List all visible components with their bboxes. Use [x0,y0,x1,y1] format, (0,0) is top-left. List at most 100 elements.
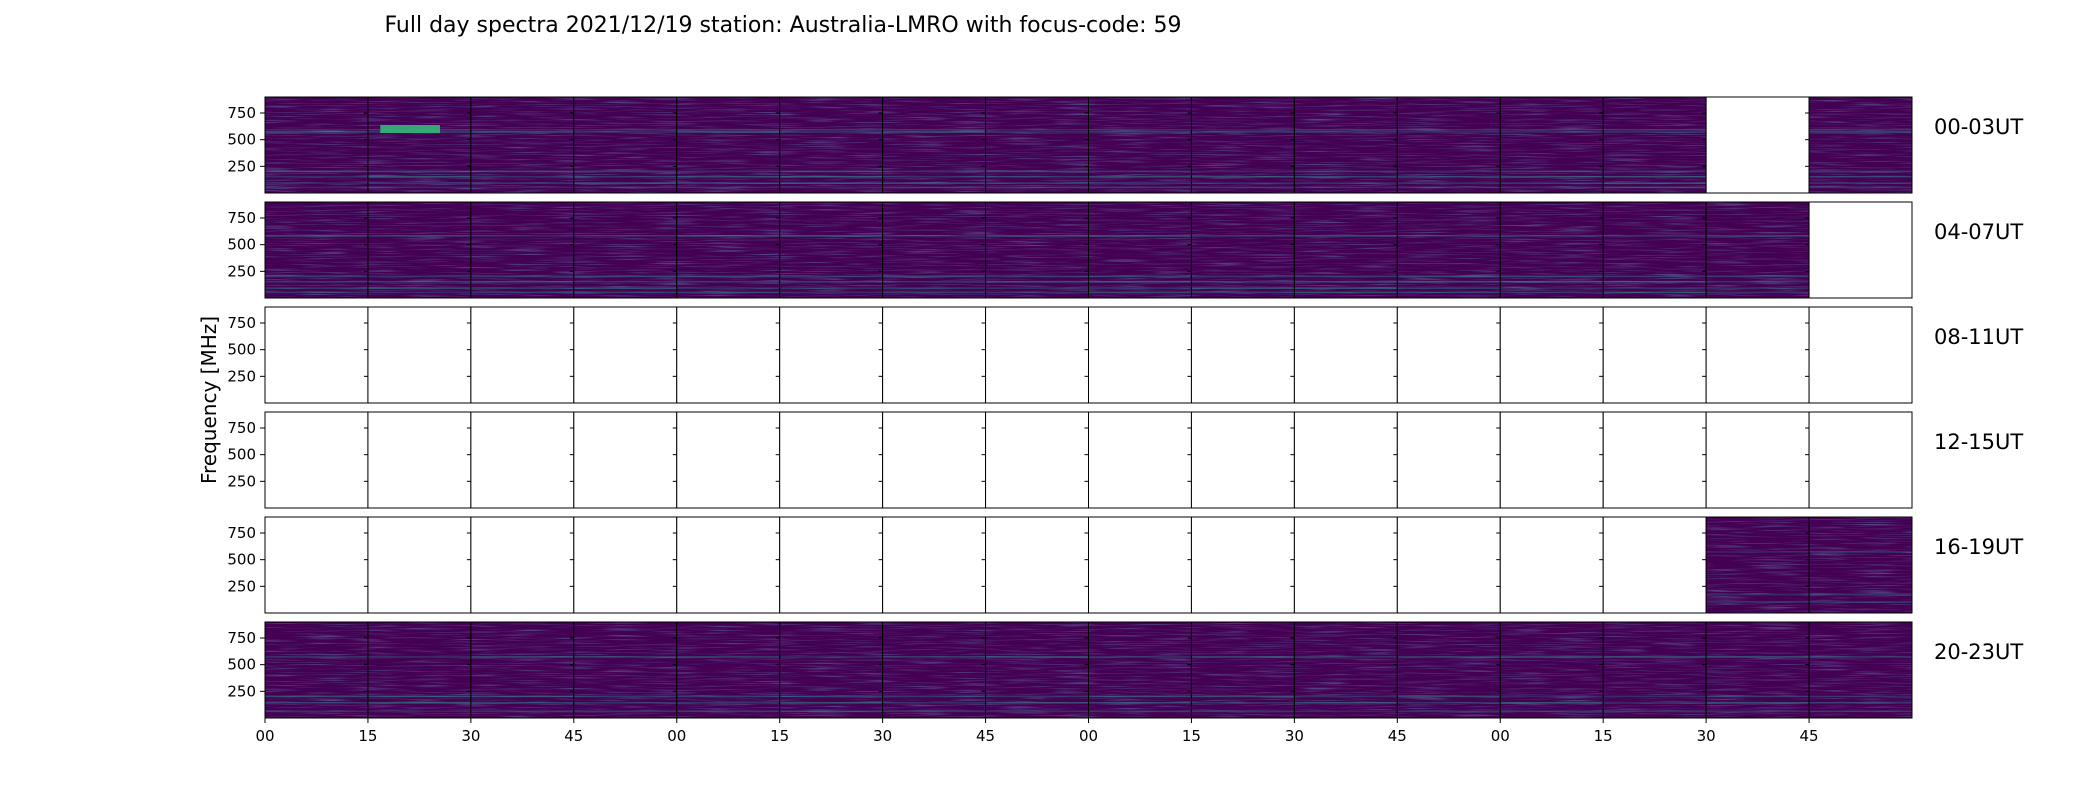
emission-band [1088,280,1192,283]
emission-band [882,695,986,698]
spectrogram-panel [1290,201,1398,299]
emission-band [1294,129,1398,131]
emission-band [779,129,883,131]
empty-panel [363,411,472,509]
emission-band [882,291,986,294]
emission-band [265,170,368,173]
emission-band [985,291,1089,294]
spectrogram-noise [1500,97,1604,193]
spectrogram-panel [1187,96,1295,194]
emission-band [882,275,986,278]
emission-band [265,702,368,704]
row-time-label: 00-03UT [1934,115,2023,139]
spectrogram-panel [981,201,1089,299]
empty-panel [1290,411,1398,509]
emission-band [573,280,677,283]
emission-band [1603,695,1707,698]
emission-band [1603,291,1707,294]
emission-band [1500,186,1604,189]
emission-band [573,131,677,133]
emission-band [573,235,677,237]
spectrogram-panel [363,201,472,299]
empty-panel [569,411,678,509]
emission-band [1809,129,1912,131]
empty-panel [1496,516,1604,614]
empty-panel [1393,516,1501,614]
emission-band [1809,131,1912,133]
y-tick-label: 500 [227,131,256,149]
emission-band [367,235,471,237]
emission-band [1088,235,1192,237]
y-tick-label: 250 [227,367,256,385]
emission-band [1191,182,1295,184]
spectrogram-panel [466,96,575,194]
emission-band [1397,287,1501,289]
emission-band [470,287,574,289]
spectrogram-noise [1294,97,1398,193]
y-tick-label: 750 [227,209,256,227]
emission-band [573,656,677,658]
empty-panel [1290,516,1398,614]
emission-band [1088,131,1192,133]
emission-band [367,287,471,289]
emission-band [1191,695,1295,698]
spectrogram-panel [981,96,1089,194]
emission-band [1603,280,1707,283]
emission-band [676,291,780,294]
spectrogram-panel [1393,621,1501,719]
emission-band [1500,275,1604,278]
row-time-label: 20-23UT [1934,640,2023,664]
emission-band [1603,656,1707,658]
emission-band [1294,131,1398,133]
blank-panel [1603,517,1707,613]
emission-band [573,702,677,704]
spectrogram-noise [265,202,368,298]
blank-panel [1809,202,1912,298]
y-tick-label: 500 [227,236,256,254]
emission-band [573,170,677,173]
emission-burst [380,125,440,133]
emission-band [882,287,986,289]
emission-band [985,280,1089,283]
emission-band [1397,291,1501,294]
emission-band [1294,695,1398,698]
emission-band [573,695,677,698]
x-tick-label: 00 [1491,727,1510,745]
emission-band [882,710,986,713]
x-tick-label: 15 [1182,727,1201,745]
blank-panel [1706,307,1810,403]
emission-band [1397,710,1501,713]
emission-band [1706,601,1810,603]
emission-band [1397,275,1501,278]
emission-band [367,275,471,278]
spectrogram-noise [985,202,1089,298]
blank-panel [1397,307,1501,403]
emission-band [1809,695,1912,698]
emission-band [1500,182,1604,184]
emission-band [1294,182,1398,184]
emission-band [367,291,471,294]
emission-band [882,129,986,131]
row-time-label: 04-07UT [1934,220,2023,244]
y-tick-label: 250 [227,262,256,280]
emission-band [470,175,574,178]
row-time-label: 16-19UT [1934,535,2023,559]
spectra-rows: 250 500 750 00-03UT 250 500 750 04-07UT 250 500 75… [227,96,2023,719]
empty-panel [1187,516,1295,614]
emission-band [676,186,780,189]
emission-band [367,280,471,283]
spectrogram-noise [1809,97,1912,193]
empty-panel [1187,411,1295,509]
empty-panel [1084,516,1192,614]
empty-panel [1084,411,1192,509]
emission-band [1088,186,1192,189]
emission-band [1397,695,1501,698]
blank-panel [1294,412,1398,508]
empty-panel [1599,516,1707,614]
emission-band [1500,131,1604,133]
empty-panel [775,306,884,404]
emission-band [1088,710,1192,713]
emission-band [1603,710,1707,713]
y-tick-label: 500 [227,446,256,464]
emission-band [1294,710,1398,713]
